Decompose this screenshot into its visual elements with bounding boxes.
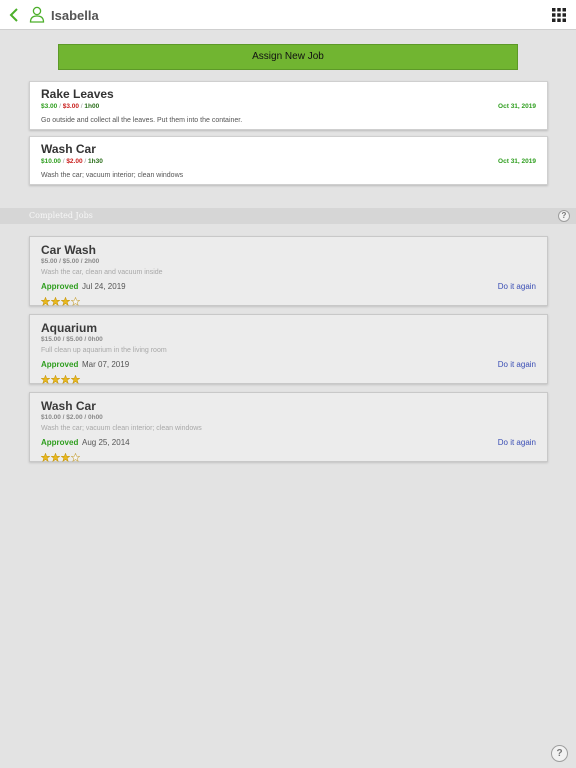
job-completed-date: Mar 07, 2019 bbox=[82, 360, 130, 369]
job-title: Aquarium bbox=[41, 321, 98, 335]
completed-job-card: Aquarium $15.00 / $5.00 / 0h00 Full clea… bbox=[29, 314, 548, 384]
completed-jobs-header: Completed Jobs ? bbox=[0, 208, 576, 224]
section-title: Completed Jobs bbox=[29, 211, 93, 220]
chevron-left-icon[interactable] bbox=[8, 7, 20, 23]
star-filled-icon bbox=[41, 375, 50, 384]
star-rating bbox=[41, 449, 81, 462]
job-penalty: $2.00 bbox=[66, 158, 83, 165]
job-description: Full clean up aquarium in the living roo… bbox=[41, 347, 167, 354]
star-rating bbox=[41, 293, 81, 306]
grid-icon[interactable] bbox=[552, 8, 566, 22]
job-due-date: Oct 31, 2019 bbox=[498, 158, 536, 165]
star-filled-icon bbox=[61, 453, 70, 462]
job-description: Wash the car; vacuum clean interior; cle… bbox=[41, 425, 202, 432]
completed-job-card: Wash Car $10.00 / $2.00 / 0h00 Wash the … bbox=[29, 392, 548, 462]
star-filled-icon bbox=[71, 375, 80, 384]
job-title: Wash Car bbox=[41, 142, 96, 156]
job-meta: $3.00 / $3.00 / 1h00 bbox=[41, 103, 100, 110]
help-icon[interactable]: ? bbox=[558, 210, 570, 222]
job-meta: $10.00 / $2.00 / 0h00 bbox=[41, 414, 103, 421]
completed-job-card: Car Wash $5.00 / $5.00 / 2h00 Wash the c… bbox=[29, 236, 548, 306]
active-job-card[interactable]: Wash Car $10.00 / $2.00 / 1h30 Oct 31, 2… bbox=[29, 136, 548, 185]
job-title: Car Wash bbox=[41, 243, 96, 257]
active-job-card[interactable]: Rake Leaves $3.00 / $3.00 / 1h00 Oct 31,… bbox=[29, 81, 548, 130]
job-status: Approved bbox=[41, 282, 79, 291]
star-filled-icon bbox=[61, 375, 70, 384]
job-reward: $10.00 bbox=[41, 158, 61, 165]
job-description: Wash the car; vacuum interior; clean win… bbox=[41, 172, 184, 179]
job-description: Wash the car, clean and vacuum inside bbox=[41, 269, 163, 276]
assign-new-job-button[interactable]: Assign New Job bbox=[58, 44, 518, 70]
do-it-again-link[interactable]: Do it again bbox=[498, 438, 536, 447]
job-title: Wash Car bbox=[41, 399, 96, 413]
job-duration: 1h30 bbox=[88, 158, 103, 165]
page-title: Isabella bbox=[51, 8, 99, 23]
job-description: Go outside and collect all the leaves. P… bbox=[41, 117, 243, 124]
top-bar: Isabella bbox=[0, 0, 576, 30]
do-it-again-link[interactable]: Do it again bbox=[498, 360, 536, 369]
star-rating bbox=[41, 371, 81, 384]
star-filled-icon bbox=[51, 453, 60, 462]
do-it-again-link[interactable]: Do it again bbox=[498, 282, 536, 291]
star-filled-icon bbox=[41, 297, 50, 306]
job-due-date: Oct 31, 2019 bbox=[498, 103, 536, 110]
job-title: Rake Leaves bbox=[41, 87, 114, 101]
job-meta: $10.00 / $2.00 / 1h30 bbox=[41, 158, 103, 165]
star-filled-icon bbox=[51, 297, 60, 306]
star-empty-icon bbox=[71, 453, 80, 462]
job-meta: $15.00 / $5.00 / 0h00 bbox=[41, 336, 103, 343]
star-filled-icon bbox=[41, 453, 50, 462]
person-icon bbox=[29, 6, 45, 23]
job-penalty: $3.00 bbox=[62, 103, 79, 110]
job-status: Approved bbox=[41, 438, 79, 447]
job-duration: 1h00 bbox=[84, 103, 100, 110]
job-completed-date: Aug 25, 2014 bbox=[82, 438, 130, 447]
job-meta: $5.00 / $5.00 / 2h00 bbox=[41, 258, 100, 265]
star-filled-icon bbox=[51, 375, 60, 384]
job-completed-date: Jul 24, 2019 bbox=[82, 282, 126, 291]
star-filled-icon bbox=[61, 297, 70, 306]
help-icon[interactable]: ? bbox=[551, 745, 568, 762]
job-status: Approved bbox=[41, 360, 79, 369]
star-empty-icon bbox=[71, 297, 80, 306]
job-reward: $3.00 bbox=[41, 103, 58, 110]
